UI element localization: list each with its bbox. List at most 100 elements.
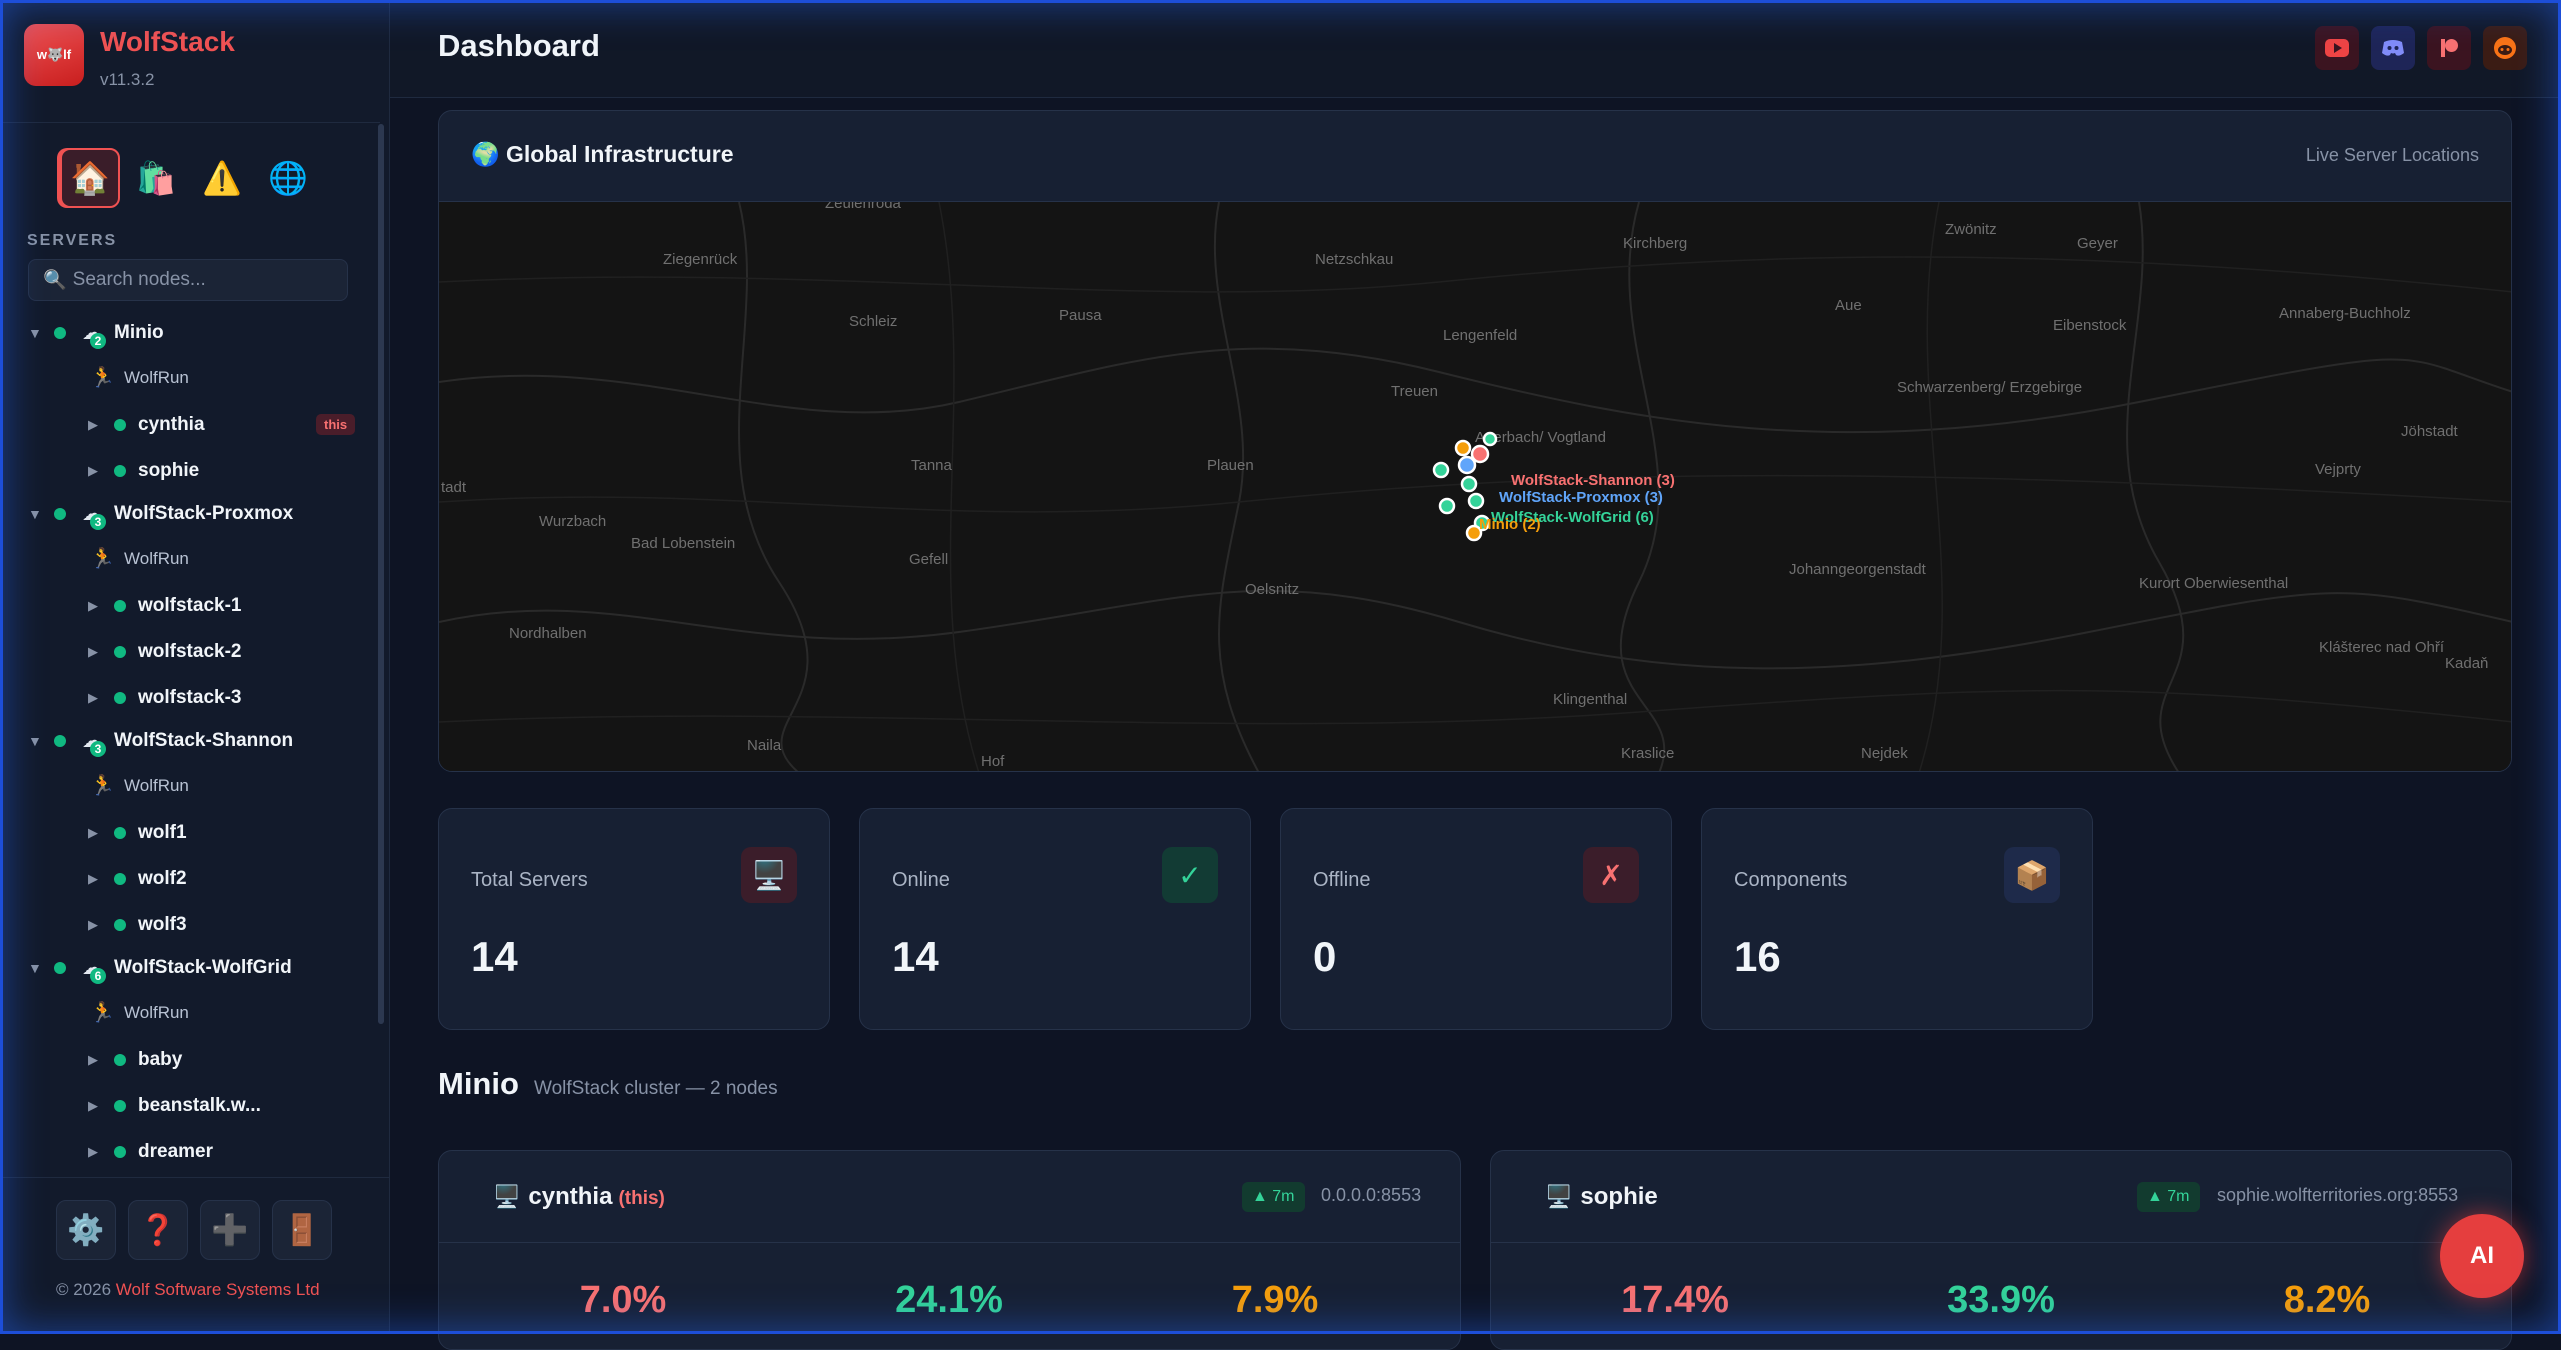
ai-assistant-button[interactable]: AI — [2440, 1214, 2524, 1298]
discord-icon[interactable] — [2371, 26, 2415, 70]
page-title: Dashboard — [438, 28, 600, 63]
collapse-triangle-icon[interactable]: ▼ — [28, 325, 54, 341]
status-dot — [114, 919, 126, 931]
map-place-label: Lengenfeld — [1443, 327, 1517, 344]
expand-triangle-icon[interactable]: ▶ — [88, 690, 114, 706]
status-dot — [114, 646, 126, 658]
warning-icon[interactable]: ⚠️ — [192, 148, 252, 208]
node-label: beanstalk.w... — [138, 1095, 261, 1116]
node-item[interactable]: ▶ wolf2 — [0, 856, 378, 902]
cloud-icon: ☁ 3 — [82, 504, 108, 530]
brand[interactable]: w🐺lf WolfStack v11.3.2 — [24, 24, 235, 90]
map-place-label: Hof — [981, 753, 1005, 770]
node-count-badge: 3 — [90, 741, 106, 757]
status-dot — [114, 419, 126, 431]
help-icon[interactable]: ❓ — [128, 1200, 188, 1260]
cluster-wolfstack-proxmox[interactable]: ▼ ☁ 3 WolfStack-Proxmox — [0, 494, 378, 534]
expand-triangle-icon[interactable]: ▶ — [88, 463, 114, 479]
node-item[interactable]: ▶ wolfstack-1 — [0, 583, 378, 629]
node-label: cynthia — [138, 414, 205, 435]
node-item[interactable]: ▶ beanstalk.w... — [0, 1083, 378, 1129]
map-svg[interactable]: Zeulenroda Ziegenrück Netzschkau Kirchbe… — [439, 195, 2512, 772]
wolfrun-item[interactable]: 🏃 WolfRun — [0, 534, 378, 583]
add-icon[interactable]: ➕ — [200, 1200, 260, 1260]
expand-triangle-icon[interactable]: ▶ — [88, 644, 114, 660]
cluster-wolfstack-wolfgrid[interactable]: ▼ ☁ 6 WolfStack-WolfGrid — [0, 948, 378, 988]
status-dot — [114, 465, 126, 477]
shopping-bag-icon[interactable]: 🛍️ — [126, 148, 186, 208]
package-icon: 📦 — [2004, 847, 2060, 903]
node-label: baby — [138, 1049, 183, 1070]
collapse-triangle-icon[interactable]: ▼ — [28, 960, 54, 976]
logout-door-icon[interactable]: 🚪 — [272, 1200, 332, 1260]
sidebar-scrollbar[interactable] — [378, 124, 384, 1024]
status-dot — [114, 1100, 126, 1112]
top-header: Dashboard — [390, 0, 2561, 98]
server-tree: ▼ ☁ 2 Minio 🏃 WolfRun ▶ cynthia this ▶ sophie… — [0, 313, 378, 1177]
marker-label-proxmox: WolfStack-Proxmox (3) — [1499, 489, 1663, 506]
home-icon[interactable]: 🏠 — [60, 148, 120, 208]
runner-icon: 🏃 — [90, 367, 115, 389]
server-card-sophie[interactable]: 🖥️ sophie ▲ 7m sophie.wolfterritories.org… — [1490, 1150, 2512, 1350]
search-input[interactable]: 🔍 Search nodes... — [28, 259, 348, 301]
node-item[interactable]: ▶ baby — [0, 1037, 378, 1083]
stat-value: 14 — [471, 933, 518, 980]
marker-label-shannon: WolfStack-Shannon (3) — [1511, 472, 1675, 489]
cluster-section-subtitle: WolfStack cluster — 2 nodes — [534, 1078, 778, 1099]
cluster-wolfstack-shannon[interactable]: ▼ ☁ 3 WolfStack-Shannon — [0, 721, 378, 761]
expand-triangle-icon[interactable]: ▶ — [88, 871, 114, 887]
node-item[interactable]: ▶ dreamer — [0, 1129, 378, 1175]
gear-icon[interactable]: ⚙️ — [56, 1200, 116, 1260]
collapse-triangle-icon[interactable]: ▼ — [28, 733, 54, 749]
expand-triangle-icon[interactable]: ▶ — [88, 1098, 114, 1114]
world-map[interactable]: Zeulenroda Ziegenrück Netzschkau Kirchbe… — [439, 195, 2512, 772]
youtube-icon[interactable] — [2315, 26, 2359, 70]
marker-label-minio: Minio (2) — [1479, 516, 1541, 533]
node-item[interactable]: ▶ wolfstack-3 — [0, 675, 378, 721]
server-address: sophie.wolfterritories.org:8553 — [2217, 1185, 2459, 1205]
stat-value: 16 — [1734, 933, 1781, 980]
cloud-icon: ☁ 2 — [82, 323, 108, 349]
map-place-label: Wurzbach — [539, 513, 606, 530]
globe-icon[interactable]: 🌐 — [258, 148, 318, 208]
node-label: wolfstack-1 — [138, 595, 242, 616]
reddit-icon[interactable] — [2483, 26, 2527, 70]
stat-value: 14 — [892, 933, 939, 980]
wolfrun-item[interactable]: 🏃 WolfRun — [0, 353, 378, 402]
stat-label: Online — [892, 869, 950, 891]
expand-triangle-icon[interactable]: ▶ — [88, 825, 114, 841]
wolfrun-item[interactable]: 🏃 WolfRun — [0, 988, 378, 1037]
app-version: v11.3.2 — [100, 70, 155, 89]
server-card-cynthia[interactable]: 🖥️ cynthia (this) ▲ 7m 0.0.0.0:8553 7.0% 2… — [438, 1150, 1461, 1350]
map-place-label: Geyer — [2077, 235, 2118, 252]
server-address: 0.0.0.0:8553 — [1321, 1185, 1422, 1205]
this-tag: (this) — [618, 1188, 665, 1209]
node-item[interactable]: ▶ wolf3 — [0, 902, 378, 948]
cluster-minio[interactable]: ▼ ☁ 2 Minio — [0, 313, 378, 353]
scrollbar-thumb[interactable] — [378, 124, 384, 1024]
node-item[interactable]: ▶ wolf1 — [0, 810, 378, 856]
node-label: wolf1 — [138, 822, 187, 843]
expand-triangle-icon[interactable]: ▶ — [88, 1052, 114, 1068]
status-dot — [114, 692, 126, 704]
server-monitor-icon: 🖥️ — [741, 847, 797, 903]
expand-triangle-icon[interactable]: ▶ — [88, 417, 114, 433]
patreon-icon[interactable] — [2427, 26, 2471, 70]
expand-triangle-icon[interactable]: ▶ — [88, 1144, 114, 1160]
map-place-label: Kurort Oberwiesenthal — [2139, 575, 2288, 592]
node-item[interactable]: ▶ wolfstack-2 — [0, 629, 378, 675]
copyright-company-link[interactable]: Wolf Software Systems Ltd — [116, 1280, 320, 1299]
stat-card-offline: Offline 0 ✗ — [1280, 808, 1672, 1030]
node-label: wolfstack-2 — [138, 641, 242, 662]
server-name: 🖥️ cynthia (this) — [493, 1183, 665, 1211]
sidebar: w🐺lf WolfStack v11.3.2 🏠 🛍️ ⚠️ 🌐 SERVERS… — [0, 0, 390, 1334]
stat-label: Components — [1734, 869, 1848, 891]
expand-triangle-icon[interactable]: ▶ — [88, 917, 114, 933]
expand-triangle-icon[interactable]: ▶ — [88, 598, 114, 614]
map-place-label: Kadaň — [2445, 655, 2488, 672]
collapse-triangle-icon[interactable]: ▼ — [28, 506, 54, 522]
node-item[interactable]: ▶ sophie — [0, 448, 378, 494]
server-name-label: sophie — [1580, 1183, 1658, 1210]
wolfrun-item[interactable]: 🏃 WolfRun — [0, 761, 378, 810]
node-item[interactable]: ▶ cynthia this — [0, 402, 378, 448]
